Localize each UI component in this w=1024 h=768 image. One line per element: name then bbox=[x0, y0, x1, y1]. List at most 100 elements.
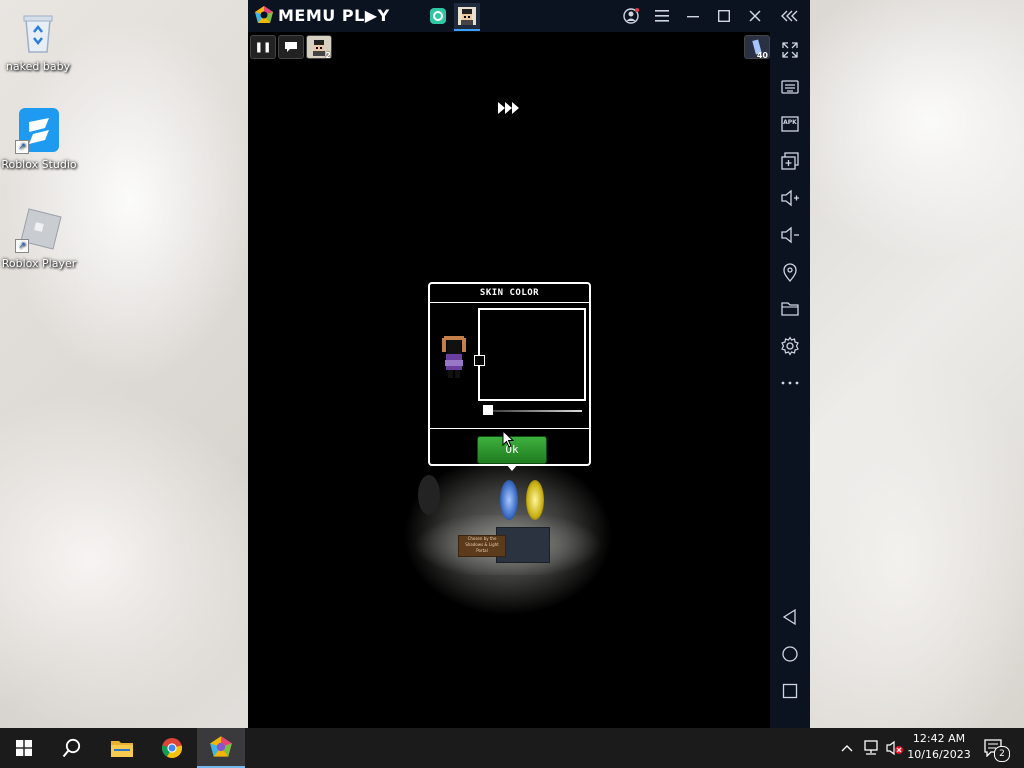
volume-up-icon bbox=[781, 189, 799, 207]
mouse-cursor-icon bbox=[502, 430, 514, 448]
game-tab-icon bbox=[458, 7, 476, 25]
volume-muted-icon bbox=[886, 740, 903, 756]
chat-icon bbox=[285, 42, 297, 52]
game-scene: Chosen by the Shadows & Light Portal bbox=[388, 455, 628, 645]
location-icon bbox=[783, 263, 797, 282]
emulator-right-sidebar: APK bbox=[770, 32, 810, 729]
close-icon bbox=[749, 10, 761, 22]
maximize-button[interactable] bbox=[714, 6, 734, 26]
chevron-up-icon bbox=[841, 745, 853, 752]
character-button[interactable]: 2 bbox=[306, 35, 332, 60]
taskbar-clock[interactable]: 12:42 AM 10/16/2023 bbox=[906, 731, 972, 763]
chrome-button[interactable] bbox=[148, 728, 196, 768]
fast-forward-icon bbox=[498, 102, 519, 114]
menu-icon bbox=[655, 10, 669, 22]
volume-down-button[interactable] bbox=[780, 225, 800, 245]
account-button[interactable] bbox=[621, 6, 641, 26]
folder-icon bbox=[781, 302, 799, 316]
settings-button[interactable] bbox=[780, 336, 800, 356]
file-explorer-button[interactable] bbox=[98, 728, 146, 768]
desktop-icon-label: Roblox Player bbox=[1, 257, 77, 270]
more-icon bbox=[781, 381, 799, 385]
file-explorer-icon bbox=[111, 741, 133, 757]
home-tab[interactable] bbox=[425, 3, 451, 29]
pause-icon: ❚❚ bbox=[254, 41, 272, 53]
volume-down-icon bbox=[781, 226, 799, 244]
network-button[interactable] bbox=[860, 728, 882, 768]
game-tab[interactable] bbox=[454, 3, 480, 31]
scene-sign: Chosen by the Shadows & Light Portal bbox=[458, 535, 506, 557]
clock-date: 10/16/2023 bbox=[907, 748, 971, 761]
apk-install-button[interactable]: APK bbox=[780, 114, 800, 134]
memu-logo-icon bbox=[255, 6, 273, 23]
notifications-button[interactable]: 2 bbox=[980, 728, 1010, 768]
android-recents-button[interactable] bbox=[780, 681, 800, 701]
multi-instance-icon bbox=[781, 152, 799, 170]
recycle-bin-icon bbox=[14, 8, 62, 56]
character-badge-count: 2 bbox=[325, 51, 331, 60]
android-back-button[interactable] bbox=[780, 607, 800, 627]
brightness-slider-track[interactable] bbox=[486, 410, 582, 412]
close-button[interactable] bbox=[745, 6, 765, 26]
dialog-pointer bbox=[506, 464, 518, 471]
desktop-icon-roblox-player[interactable]: ↗ Roblox Player bbox=[1, 205, 77, 270]
color-picker-area[interactable] bbox=[474, 308, 586, 401]
apk-label: APK bbox=[783, 119, 797, 126]
brightness-slider-knob[interactable] bbox=[483, 405, 493, 415]
fullscreen-icon bbox=[782, 42, 798, 58]
volume-button[interactable] bbox=[884, 728, 906, 768]
collapse-sidebar-icon bbox=[781, 10, 798, 22]
folder-button[interactable] bbox=[780, 299, 800, 319]
minimize-icon bbox=[687, 16, 699, 18]
search-button[interactable] bbox=[48, 728, 96, 768]
back-icon bbox=[782, 608, 796, 626]
start-button[interactable] bbox=[0, 728, 48, 768]
keyboard-icon bbox=[781, 80, 799, 94]
keyboard-button[interactable] bbox=[780, 77, 800, 97]
home-tab-icon bbox=[430, 8, 446, 24]
location-button[interactable] bbox=[780, 262, 800, 282]
multi-instance-button[interactable] bbox=[780, 151, 800, 171]
network-icon bbox=[864, 740, 878, 755]
inventory-count: 40 bbox=[756, 51, 768, 60]
blue-portal bbox=[500, 480, 518, 520]
minimize-button[interactable] bbox=[683, 6, 703, 26]
fullscreen-button[interactable] bbox=[780, 40, 800, 60]
pause-button[interactable]: ❚❚ bbox=[250, 35, 276, 59]
yellow-portal bbox=[526, 480, 544, 520]
inventory-button[interactable]: 40 bbox=[744, 35, 770, 60]
volume-up-button[interactable] bbox=[780, 188, 800, 208]
shortcut-arrow-icon: ↗ bbox=[15, 140, 29, 154]
fast-forward-button[interactable] bbox=[498, 100, 520, 119]
memu-emulator-window: MEMU PL▶Y ❚❚ 2 40 APK Chosen by the Shad… bbox=[248, 0, 810, 729]
game-viewport[interactable]: Chosen by the Shadows & Light Portal SKI… bbox=[248, 60, 770, 729]
maximize-icon bbox=[718, 10, 730, 22]
emulator-titlebar: MEMU PL▶Y bbox=[248, 0, 810, 32]
chat-button[interactable] bbox=[278, 35, 304, 59]
windows-taskbar: 12:42 AM 10/16/2023 2 bbox=[0, 728, 1024, 768]
home-icon bbox=[782, 646, 798, 662]
collapse-sidebar-button[interactable] bbox=[780, 6, 800, 26]
search-icon bbox=[62, 738, 81, 758]
brand-text: MEMU PL▶Y bbox=[278, 5, 390, 25]
emulator-brand: MEMU PL▶Y bbox=[254, 5, 390, 25]
more-button[interactable] bbox=[780, 373, 800, 393]
memu-taskbar-button[interactable] bbox=[197, 728, 245, 768]
emulator-game-toolbar: ❚❚ 2 40 bbox=[248, 32, 770, 60]
notification-count: 2 bbox=[994, 746, 1010, 762]
menu-button[interactable] bbox=[652, 6, 672, 26]
memu-icon bbox=[210, 736, 232, 757]
desktop-icon-roblox-studio[interactable]: ↗ Roblox Studio bbox=[1, 106, 77, 171]
android-home-button[interactable] bbox=[780, 644, 800, 664]
desktop-icon-label: naked baby bbox=[5, 60, 71, 73]
color-picker-handle[interactable] bbox=[474, 355, 485, 366]
desktop-icon-naked-baby[interactable]: naked baby bbox=[0, 8, 76, 73]
clock-time: 12:42 AM bbox=[912, 732, 966, 745]
roblox-player-icon: ↗ bbox=[15, 205, 63, 253]
settings-icon bbox=[781, 336, 799, 356]
show-hidden-icons-button[interactable] bbox=[838, 728, 856, 768]
desktop-icon-label: Roblox Studio bbox=[1, 158, 77, 171]
avatar-preview bbox=[442, 336, 466, 378]
dialog-title: SKIN COLOR bbox=[430, 284, 589, 303]
roblox-studio-icon: ↗ bbox=[15, 106, 63, 154]
